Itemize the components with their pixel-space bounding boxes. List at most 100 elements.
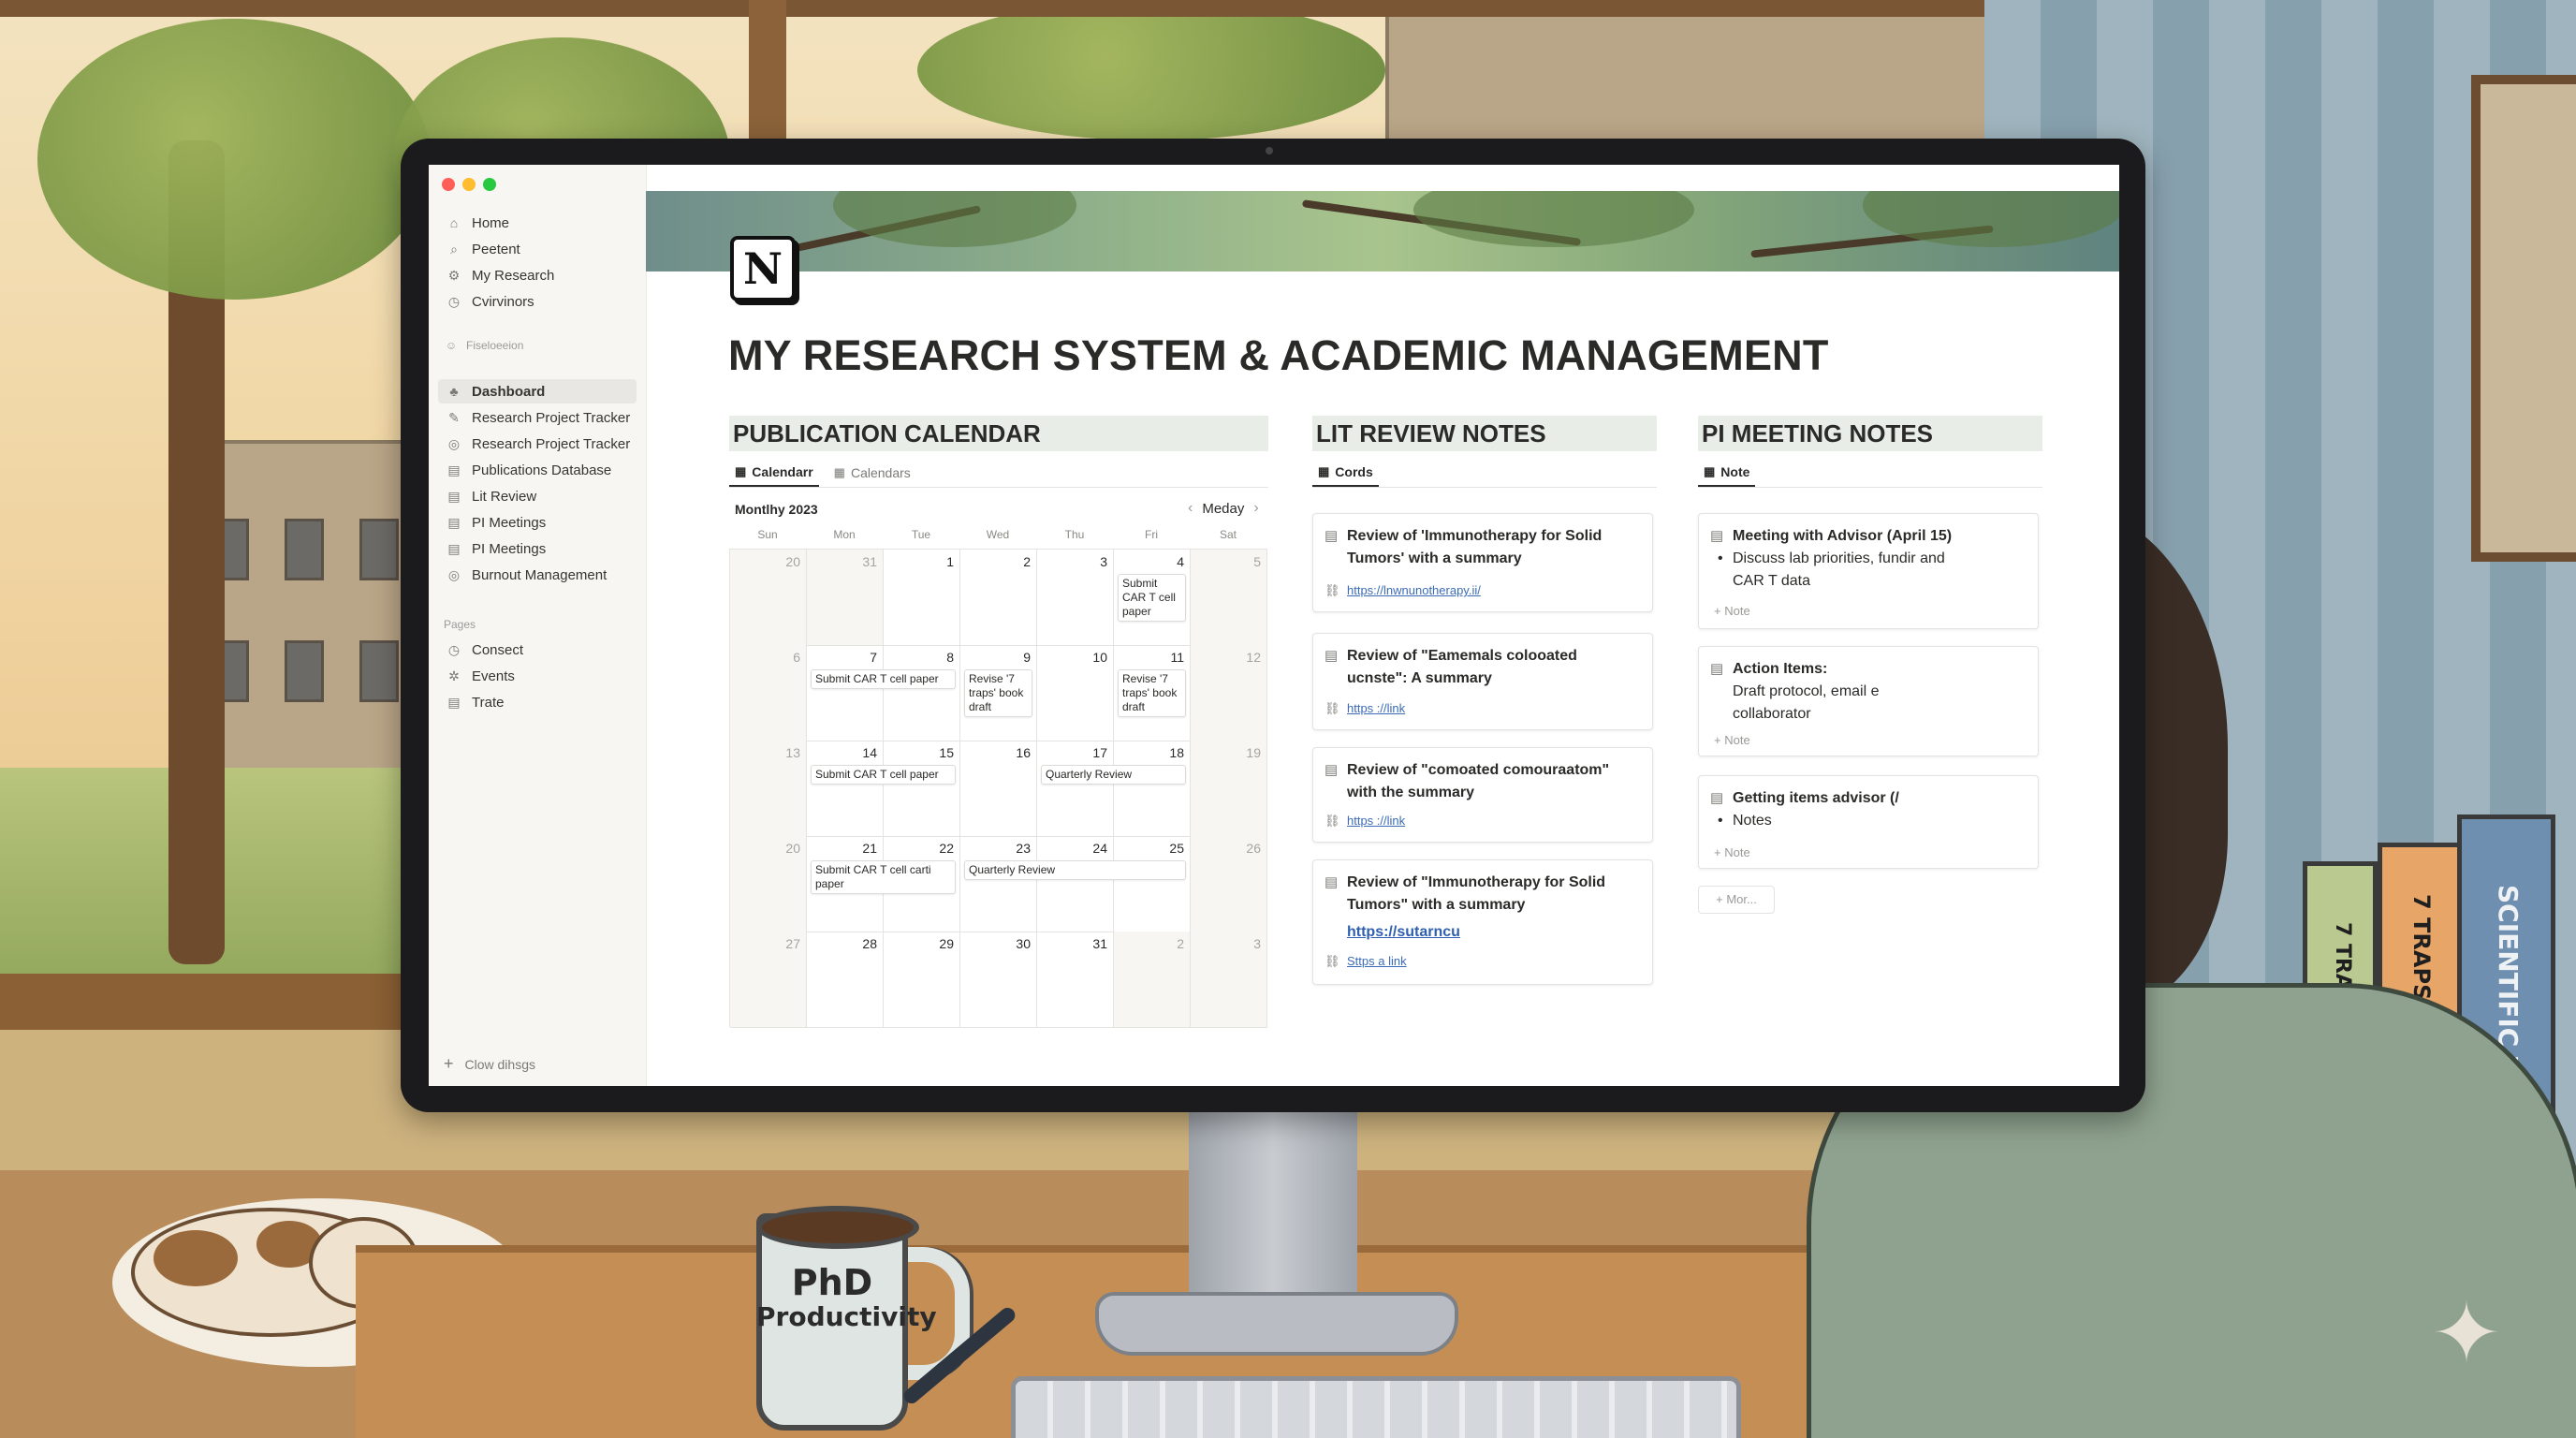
calendar-day[interactable]: 6	[730, 645, 807, 741]
calendar-day[interactable]: 31	[1037, 932, 1114, 1028]
tab-note[interactable]: ▦ Note	[1698, 459, 1756, 487]
calendar-event[interactable]: Submit CAR T cell paper	[1118, 574, 1186, 622]
calendar-day[interactable]: 27	[730, 932, 807, 1028]
maximize-window-button[interactable]	[483, 178, 496, 191]
calendar-day[interactable]: 4 Submit CAR T cell paper	[1114, 550, 1191, 646]
calendar-day[interactable]: 15	[884, 741, 960, 837]
calendar-day[interactable]: 12	[1191, 645, 1267, 741]
add-note-button[interactable]: + Note	[1714, 733, 1750, 747]
calendar-day[interactable]: 7 Submit CAR T cell paper	[807, 645, 956, 741]
person-icon: ☺	[445, 339, 458, 352]
calendar-day[interactable]: 25	[1114, 836, 1191, 932]
calendar-day[interactable]: 2	[1114, 932, 1191, 1028]
calendar-day[interactable]: 20	[730, 550, 807, 646]
sidebar-item-search[interactable]: ⌕ Peetent	[438, 237, 637, 261]
section-heading: PUBLICATION CALENDAR	[729, 416, 1268, 451]
sidebar-item-pi-meetings-2[interactable]: ▤ PI Meetings	[438, 536, 637, 561]
table-icon: ▦	[1318, 464, 1330, 478]
more-button[interactable]: + Mor...	[1698, 886, 1775, 914]
card-link[interactable]: https ://link	[1347, 814, 1405, 828]
calendar-day[interactable]: 29	[884, 932, 960, 1028]
card-link[interactable]: Sttps a link	[1347, 954, 1407, 968]
add-note-button[interactable]: + Note	[1714, 845, 1750, 859]
link-icon: ⛓	[1325, 814, 1340, 828]
lit-review-card[interactable]: ▤ Review of "Immunotherapy for Solid Tum…	[1312, 859, 1653, 985]
calendar-day[interactable]: 20	[730, 836, 807, 932]
sidebar-item-events[interactable]: ✲ Events	[438, 664, 637, 688]
calendar-event[interactable]: Quarterly Review	[964, 860, 1186, 880]
calendar-event[interactable]: Quarterly Review	[1041, 765, 1186, 785]
calendar-day[interactable]: 17 Quarterly Review	[1037, 741, 1186, 837]
calendar-event[interactable]: Submit CAR T cell paper	[811, 765, 956, 785]
sidebar-item-lit-review[interactable]: ▤ Lit Review	[438, 484, 637, 508]
sidebar-item-trate[interactable]: ▤ Trate	[438, 690, 637, 714]
calendar-day[interactable]: 8	[884, 645, 960, 741]
calendar-day[interactable]: 28	[807, 932, 884, 1028]
sidebar-item-label: Research Project Tracker	[472, 435, 631, 452]
sidebar-item-burnout-management[interactable]: ◎ Burnout Management	[438, 563, 637, 587]
pi-meeting-card[interactable]: ▤ Getting items advisor (/ • Notes + Not…	[1698, 775, 2039, 869]
calendar-day[interactable]: 5	[1191, 550, 1267, 646]
chevron-right-icon[interactable]: ›	[1253, 500, 1258, 517]
calendar-day[interactable]: 3	[1191, 932, 1267, 1028]
calendar-day[interactable]: 26	[1191, 836, 1267, 932]
day-number: 20	[785, 841, 800, 856]
calendar-day[interactable]: 24	[1037, 836, 1114, 932]
add-note-button[interactable]: + Note	[1714, 604, 1750, 618]
card-title: Action Items:	[1733, 661, 1828, 677]
tab-cards[interactable]: ▦ Cords	[1312, 459, 1379, 487]
tab-calendars[interactable]: ▦ Calendars	[828, 459, 916, 487]
calendar-day[interactable]: 3	[1037, 550, 1114, 646]
day-number: 27	[785, 936, 800, 951]
calendar-day[interactable]: 30	[960, 932, 1037, 1028]
sidebar-item-research-project-tracker[interactable]: ✎ Research Project Tracker	[438, 405, 637, 430]
pi-meeting-card[interactable]: ▤ Meeting with Advisor (April 15) • Disc…	[1698, 513, 2039, 629]
calendar-event[interactable]: Submit CAR T cell carti paper	[811, 860, 956, 894]
calendar-event[interactable]: Revise '7 traps' book draft	[964, 669, 1032, 717]
sidebar-item-inbox[interactable]: ◷ Cvirvinors	[438, 289, 637, 314]
sidebar-item-dashboard[interactable]: ♣ Dashboard	[438, 379, 637, 404]
calendar-day[interactable]: 18	[1114, 741, 1191, 837]
day-number: 7	[870, 650, 877, 665]
calendar-day[interactable]: 1	[884, 550, 960, 646]
new-page-button[interactable]: + Clow dihsgs	[444, 1054, 535, 1074]
calendar-day[interactable]: 10	[1037, 645, 1114, 741]
page-icon: ▤	[447, 694, 461, 710]
lit-review-card[interactable]: ▤ Review of 'Immunotherapy for Solid Tum…	[1312, 513, 1653, 612]
close-window-button[interactable]	[442, 178, 455, 191]
lit-review-card[interactable]: ▤ Review of "comoated comouraatom" with …	[1312, 747, 1653, 843]
pi-meeting-card[interactable]: ▤ Action Items: Draft protocol, email e …	[1698, 646, 2039, 756]
calendar-day[interactable]: 19	[1191, 741, 1267, 837]
calendar-day[interactable]: 14 Submit CAR T cell paper	[807, 741, 956, 837]
lit-review-card[interactable]: ▤ Review of "Eamemals colooated ucnste":…	[1312, 633, 1653, 730]
sidebar-item-publications-database[interactable]: ▤ Publications Database	[438, 458, 637, 482]
calendar-day[interactable]: 2	[960, 550, 1037, 646]
card-link[interactable]: https ://link	[1347, 701, 1405, 715]
add-note-label: Note	[1724, 845, 1750, 859]
card-link[interactable]: https://lnwnunotherapy.ii/	[1347, 583, 1481, 597]
chevron-left-icon[interactable]: ‹	[1188, 500, 1193, 517]
calendar-day[interactable]: 11 Revise '7 traps' book draft	[1114, 645, 1191, 741]
calendar-day[interactable]: 9 Revise '7 traps' book draft	[960, 645, 1037, 741]
sidebar-item-label: PI Meetings	[472, 514, 547, 531]
tab-calendar[interactable]: ▦ Calendarr	[729, 459, 819, 487]
sidebar-item-pi-meetings[interactable]: ▤ PI Meetings	[438, 510, 637, 535]
card-title: Meeting with Advisor (April 15)	[1733, 528, 1953, 544]
sidebar-item-my-research[interactable]: ⚙ My Research	[438, 263, 637, 287]
sidebar-item-research-project-tracker-2[interactable]: ◎ Research Project Tracker	[438, 432, 637, 456]
calendar-day[interactable]: 21 Submit CAR T cell carti paper	[807, 836, 956, 932]
calendar-event[interactable]: Revise '7 traps' book draft	[1118, 669, 1186, 717]
page-icon: ▤	[447, 540, 461, 556]
calendar-event[interactable]: Submit CAR T cell paper	[811, 669, 956, 689]
calendar-day[interactable]: 16	[960, 741, 1037, 837]
card-primary-link[interactable]: https://sutarncu	[1347, 924, 1460, 941]
sidebar-item-home[interactable]: ⌂ Home	[438, 211, 637, 235]
minimize-window-button[interactable]	[462, 178, 476, 191]
sidebar-item-label: Events	[472, 668, 515, 684]
calendar-day[interactable]: 13	[730, 741, 807, 837]
calendar-view-label[interactable]: Meday	[1202, 501, 1244, 517]
page-icon: ▤	[447, 488, 461, 504]
calendar-day[interactable]: 31	[807, 550, 884, 646]
calendar-day[interactable]: 23 Quarterly Review	[960, 836, 1186, 932]
sidebar-item-consect[interactable]: ◷ Consect	[438, 638, 637, 662]
